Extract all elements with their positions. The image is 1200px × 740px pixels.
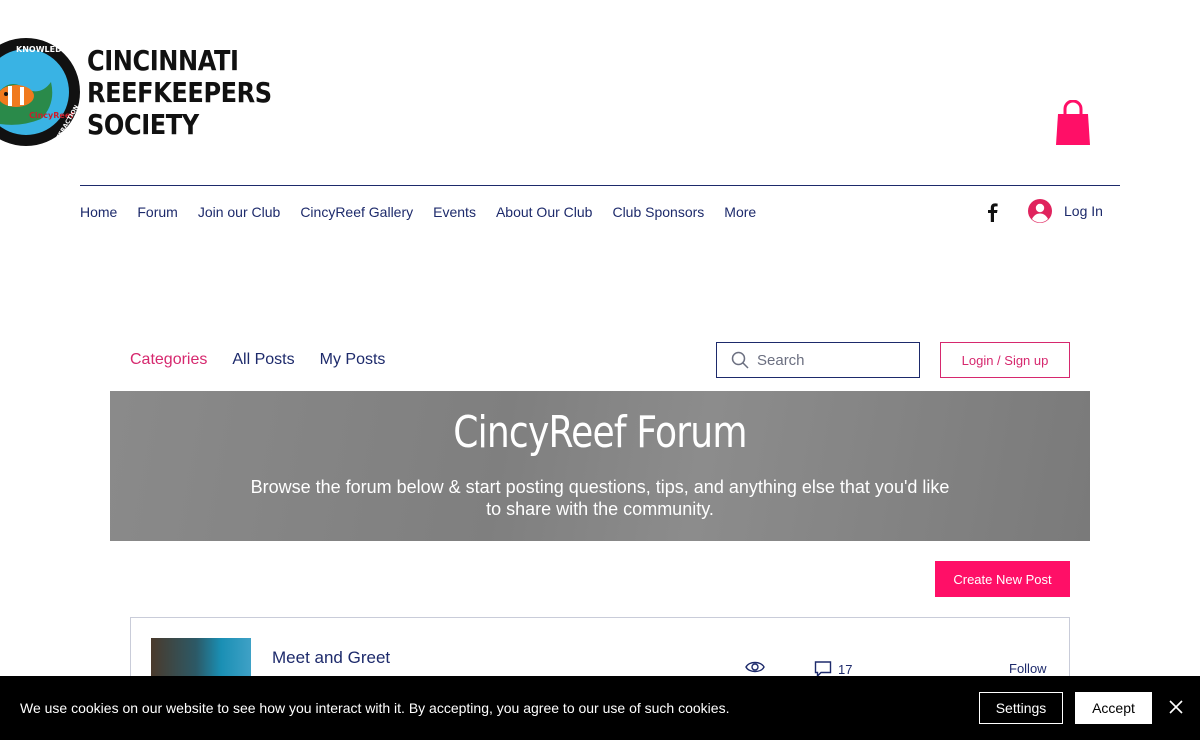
badge-top-text: KNOWLEDGE xyxy=(16,45,74,54)
forum-search-box[interactable] xyxy=(716,342,920,378)
tab-categories[interactable]: Categories xyxy=(130,351,207,369)
club-logo-badge[interactable]: CincyReef KNOWLEDGE INTERACTION xyxy=(0,34,82,150)
nav-sponsors[interactable]: Club Sponsors xyxy=(612,204,704,220)
nav-more[interactable]: More xyxy=(724,204,756,220)
brand-line-3: SOCIETY xyxy=(87,108,199,141)
close-icon[interactable] xyxy=(1167,698,1185,716)
brand-wordmark[interactable]: CINCINNATI REEFKEEPERS SOCIETY xyxy=(87,45,272,141)
nav-home[interactable]: Home xyxy=(80,204,117,220)
nav-forum[interactable]: Forum xyxy=(137,204,177,220)
facebook-icon[interactable] xyxy=(984,202,1002,222)
cookie-message: We use cookies on our website to see how… xyxy=(20,700,730,716)
search-icon xyxy=(731,351,749,369)
brand-line-1: CINCINNATI xyxy=(87,44,239,77)
eye-icon xyxy=(745,661,765,673)
shopping-bag-icon[interactable] xyxy=(1055,100,1091,146)
cookie-banner: We use cookies on our website to see how… xyxy=(0,676,1200,740)
nav-gallery[interactable]: CincyReef Gallery xyxy=(300,204,413,220)
create-new-post-button[interactable]: Create New Post xyxy=(935,561,1070,597)
category-title[interactable]: Meet and Greet xyxy=(272,648,390,668)
forum-banner: CincyReef Forum Browse the forum below &… xyxy=(110,391,1090,541)
banner-title: CincyReef Forum xyxy=(453,407,747,458)
login-label: Log In xyxy=(1064,203,1103,219)
tab-all-posts[interactable]: All Posts xyxy=(232,351,294,369)
login-signup-button[interactable]: Login / Sign up xyxy=(940,342,1070,378)
forum-tabs: Categories All Posts My Posts xyxy=(130,351,385,369)
nav-join-club[interactable]: Join our Club xyxy=(198,204,281,220)
nav-events[interactable]: Events xyxy=(433,204,476,220)
cookie-accept-button[interactable]: Accept xyxy=(1075,692,1152,724)
tab-my-posts[interactable]: My Posts xyxy=(320,351,386,369)
follow-button[interactable]: Follow xyxy=(1009,661,1047,676)
brand-line-2: REEFKEEPERS xyxy=(87,76,272,109)
comment-count-value: 17 xyxy=(838,661,853,677)
header-divider xyxy=(80,185,1120,186)
main-nav: Home Forum Join our Club CincyReef Galle… xyxy=(80,204,756,220)
search-input[interactable] xyxy=(757,351,907,369)
banner-subtitle: Browse the forum below & start posting q… xyxy=(250,477,950,519)
nav-about[interactable]: About Our Club xyxy=(496,204,593,220)
login-link[interactable]: Log In xyxy=(1028,199,1103,223)
cookie-settings-button[interactable]: Settings xyxy=(979,692,1063,724)
user-avatar-icon xyxy=(1028,199,1052,223)
